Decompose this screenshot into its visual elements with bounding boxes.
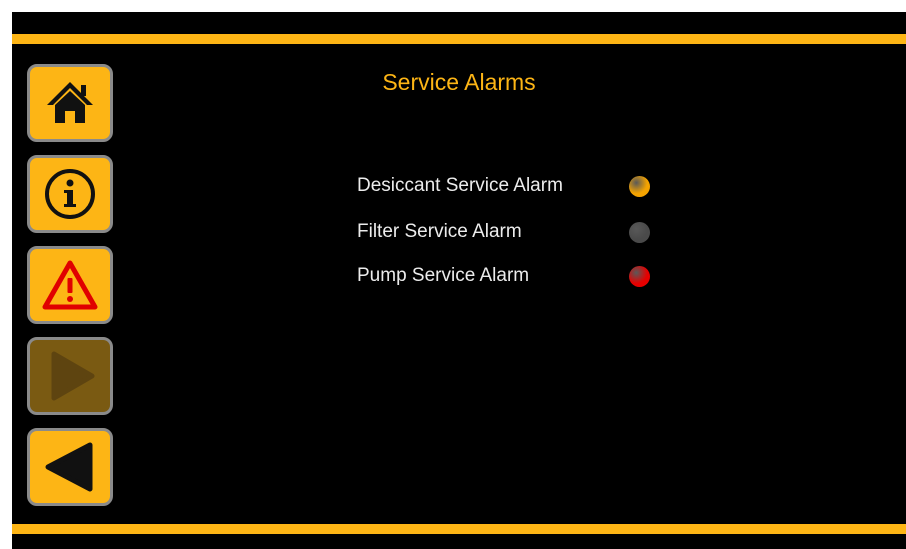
alarm-label: Pump Service Alarm	[357, 265, 530, 286]
play-icon	[51, 351, 95, 401]
alarm-label: Desiccant Service Alarm	[357, 175, 563, 196]
alarm-row-filter: Filter Service Alarm	[357, 221, 677, 245]
info-button[interactable]	[27, 155, 113, 233]
status-indicator-led	[629, 266, 650, 287]
back-button[interactable]	[27, 428, 113, 506]
alarm-label: Filter Service Alarm	[357, 221, 522, 242]
back-arrow-icon	[45, 442, 93, 492]
info-icon	[45, 169, 95, 219]
alarms-button[interactable]	[27, 246, 113, 324]
alarm-row-desiccant: Desiccant Service Alarm	[357, 175, 677, 199]
warning-icon	[42, 260, 98, 310]
alarm-row-pump: Pump Service Alarm	[357, 265, 677, 289]
hmi-screen: Service Alarms Desiccant Service Alarm F…	[12, 12, 906, 549]
top-accent-bar	[12, 34, 906, 44]
status-indicator-led	[629, 222, 650, 243]
page-title: Service Alarms	[382, 69, 536, 95]
status-indicator-led	[629, 176, 650, 197]
bottom-accent-bar	[12, 524, 906, 534]
forward-button[interactable]	[27, 337, 113, 415]
